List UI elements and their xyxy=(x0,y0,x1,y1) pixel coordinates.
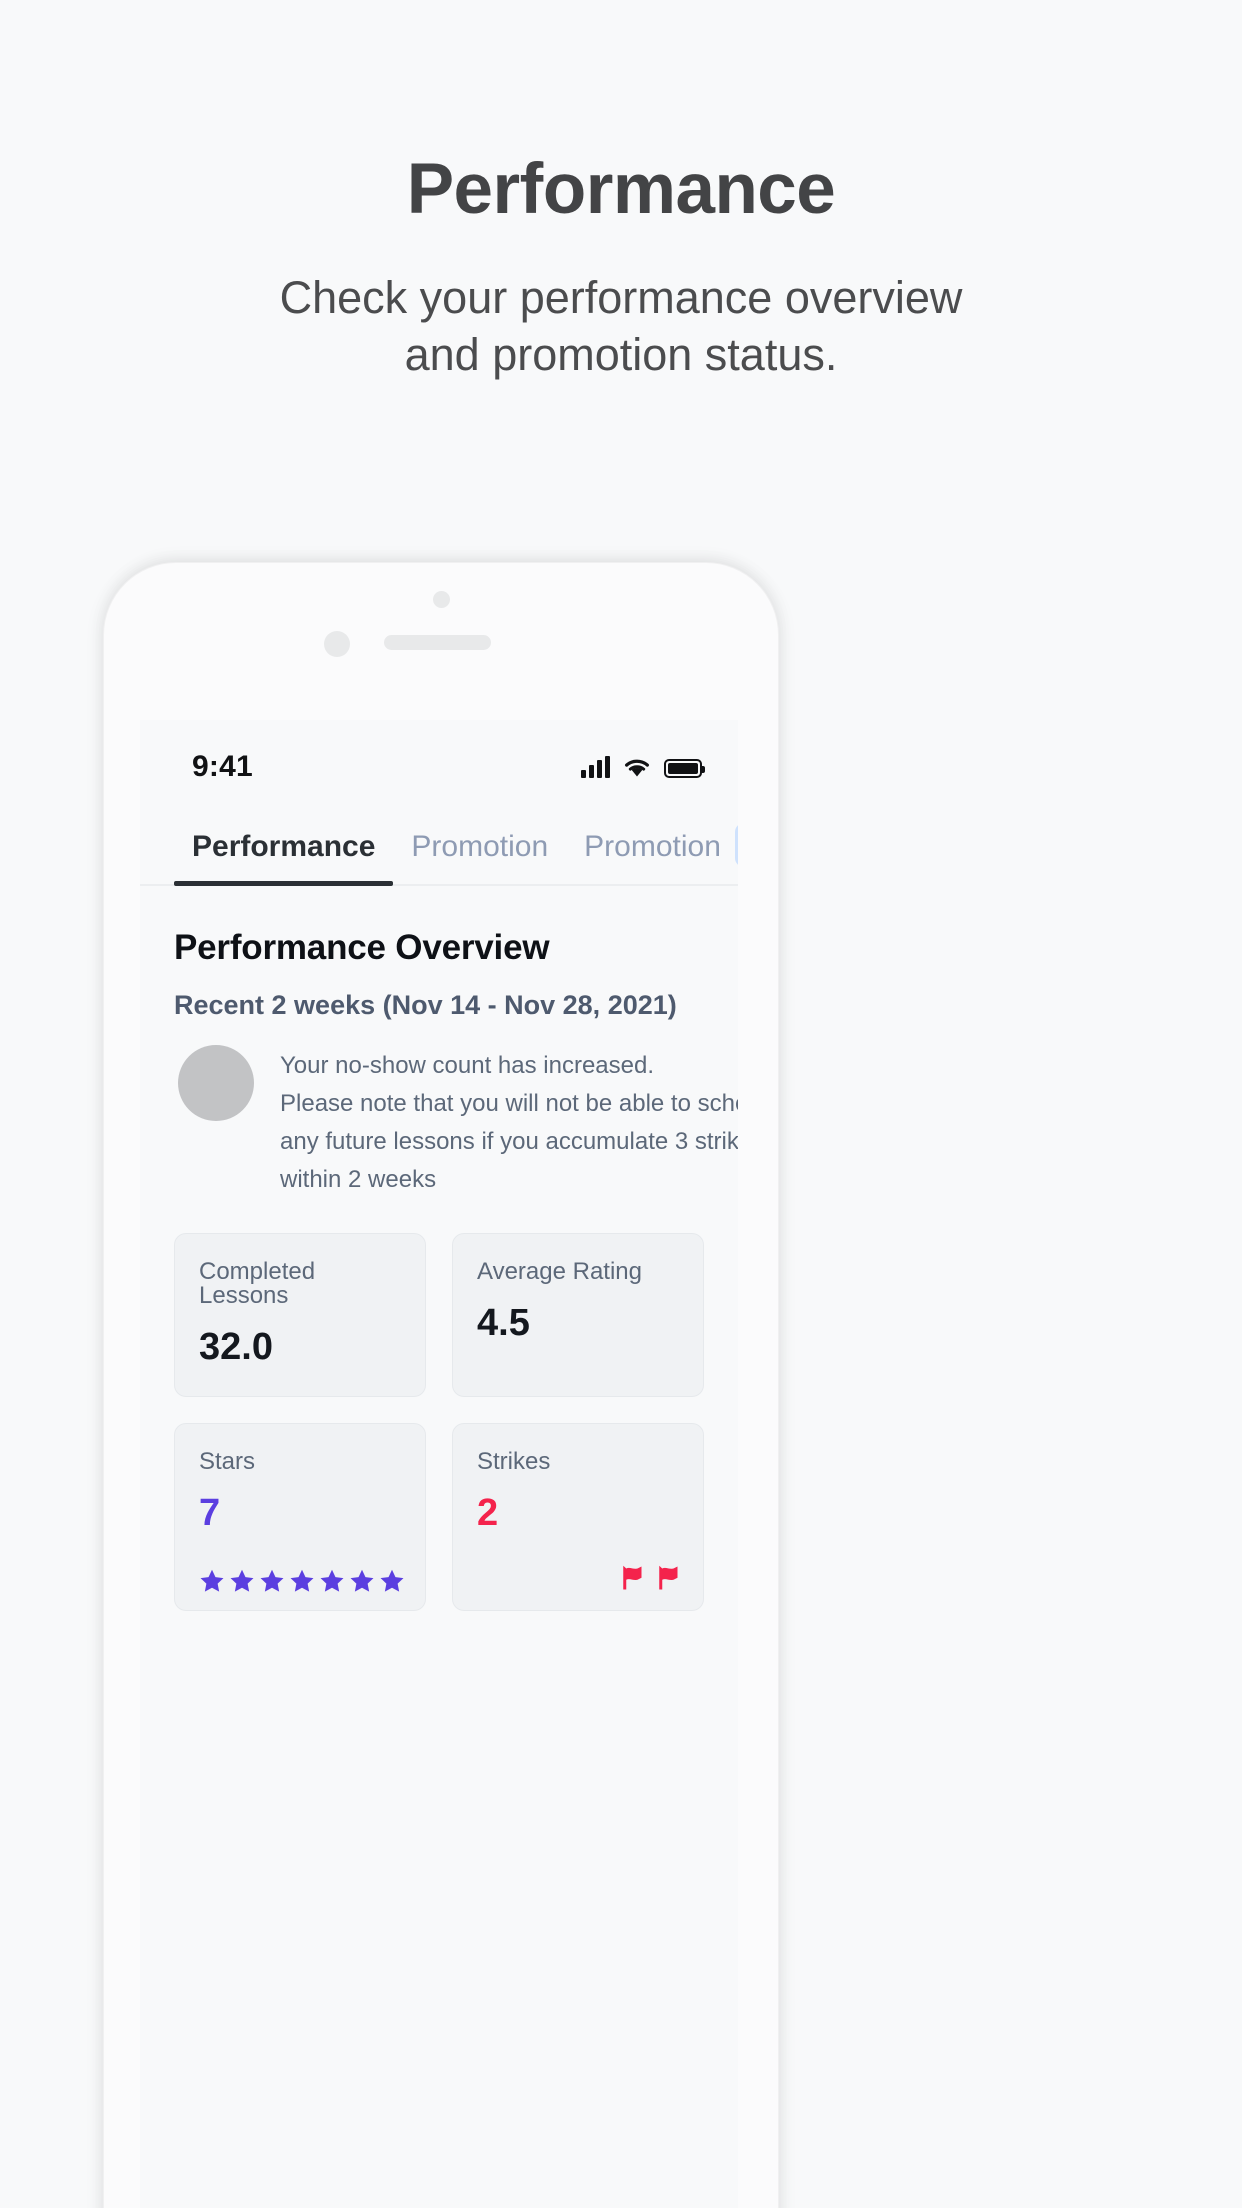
stat-card-value: 2 xyxy=(477,1491,499,1534)
tab-promotion-1[interactable]: Promotion xyxy=(393,814,566,884)
notice-line-4: within 2 weeks xyxy=(280,1165,437,1193)
stat-card-value: 7 xyxy=(199,1491,221,1534)
phone-screen: 9:41 Performance Promotion Promotion Tee… xyxy=(140,720,738,2208)
notice-line-2: Please note that you will not be able to… xyxy=(280,1089,738,1117)
star-icon xyxy=(350,1569,374,1592)
page-subtitle-line-1: Check your performance overview xyxy=(279,271,963,323)
stat-card-label: Completed Lessons xyxy=(199,1257,316,1309)
cellular-signal-icon xyxy=(581,756,610,778)
stat-card-strikes[interactable]: Strikes 2 xyxy=(452,1422,704,1611)
flags-icon-row xyxy=(617,1562,683,1592)
page-root: Performance Check your performance overv… xyxy=(0,0,1242,2208)
stat-card-label: Strikes xyxy=(477,1447,551,1475)
flag-icon xyxy=(623,1565,642,1590)
stat-card-value: 32.0 xyxy=(199,1325,273,1368)
star-icon xyxy=(200,1569,224,1592)
star-icon xyxy=(290,1569,314,1592)
overview-content: Performance Overview Recent 2 weeks (Nov… xyxy=(140,886,738,1611)
stat-card-value: 4.5 xyxy=(477,1301,530,1344)
battery-full-icon xyxy=(664,759,705,778)
notice-text: Your no-show count has increased. Please… xyxy=(280,1045,738,1199)
avatar xyxy=(178,1045,254,1121)
notice-block: Your no-show count has increased. Please… xyxy=(174,1045,738,1199)
hero-section: Performance Check your performance overv… xyxy=(0,0,1242,384)
stat-card-label: Average Rating xyxy=(477,1257,642,1285)
page-title: Performance xyxy=(406,150,836,229)
star-icon xyxy=(260,1569,284,1592)
stat-card-completed-lessons[interactable]: Completed Lessons 32.0 xyxy=(174,1232,426,1397)
notice-line-3: any future lessons if you accumulate 3 s… xyxy=(280,1127,738,1155)
stat-card-average-rating[interactable]: Average Rating 4.5 xyxy=(452,1232,704,1397)
wifi-icon xyxy=(625,759,649,777)
status-bar-icons xyxy=(581,756,705,778)
flag-icon xyxy=(659,1565,678,1590)
section-title: Performance Overview xyxy=(174,928,550,967)
tab-performance[interactable]: Performance xyxy=(174,814,394,886)
phone-mockup: 9:41 Performance Promotion Promotion Tee… xyxy=(104,563,778,2208)
proximity-sensor-icon xyxy=(324,631,350,657)
page-subtitle: Check your performance overview and prom… xyxy=(0,269,1242,384)
stat-card-label: Stars xyxy=(199,1447,256,1475)
section-date-range: Recent 2 weeks (Nov 14 - Nov 28, 2021) xyxy=(174,990,677,1020)
star-icon xyxy=(380,1569,404,1592)
stat-card-grid: Completed Lessons 32.0 Average Rating 4.… xyxy=(174,1232,704,1611)
tab-promotion-2[interactable]: Promotion xyxy=(566,814,738,884)
status-bar: 9:41 xyxy=(140,720,738,814)
star-icon xyxy=(230,1569,254,1592)
front-camera-icon xyxy=(432,591,450,608)
page-subtitle-line-2: and promotion status. xyxy=(404,329,838,381)
stars-icon-row xyxy=(199,1568,405,1594)
tab-bar[interactable]: Performance Promotion Promotion Teens xyxy=(140,814,738,886)
earpiece-speaker-icon xyxy=(384,635,491,650)
star-icon xyxy=(320,1569,344,1592)
status-bar-time: 9:41 xyxy=(192,750,253,783)
notice-line-1: Your no-show count has increased. xyxy=(280,1052,655,1079)
stat-card-stars[interactable]: Stars 7 xyxy=(174,1422,426,1611)
